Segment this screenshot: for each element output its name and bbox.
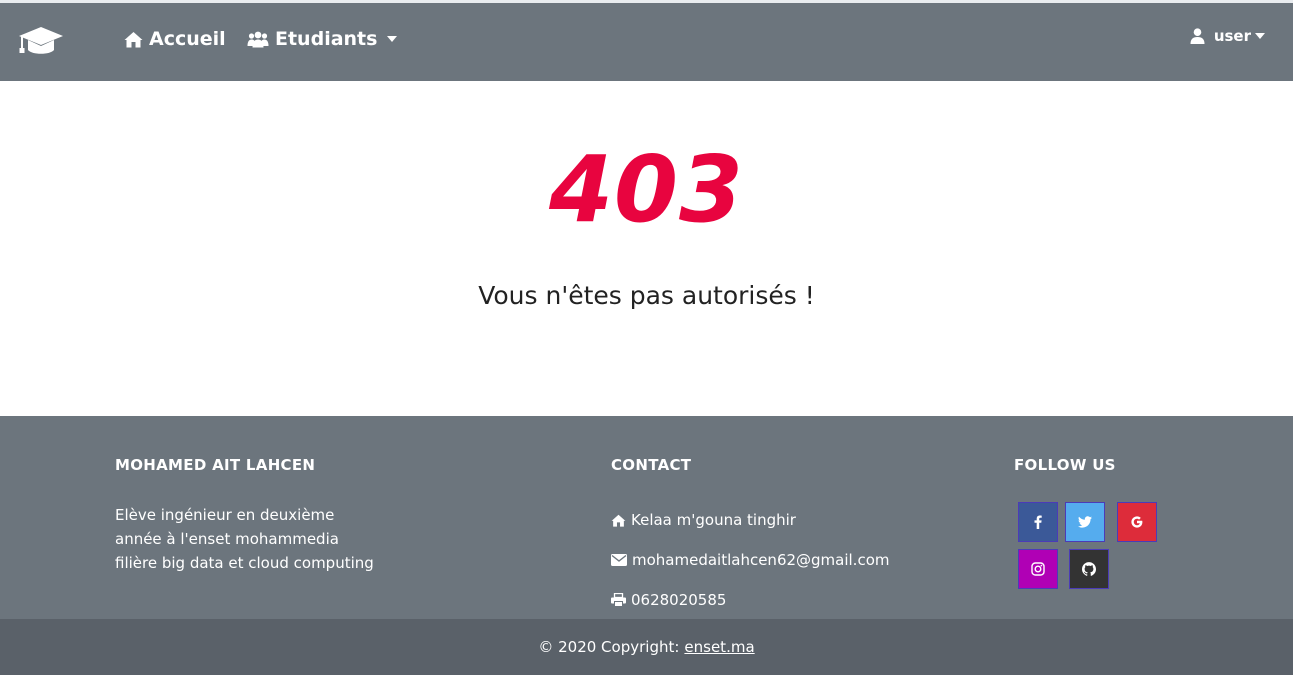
user-menu-label: user	[1213, 27, 1251, 45]
envelope-icon	[611, 554, 627, 566]
contact-address: Kelaa m'gouna tinghir	[611, 510, 931, 530]
about-line: filière big data et cloud computing	[115, 554, 374, 572]
github-icon	[1082, 562, 1096, 576]
footer-follow: FOLLOW US	[1014, 456, 1214, 589]
nav-home-label: Accueil	[149, 28, 226, 50]
home-icon	[611, 514, 626, 527]
nav-home-link[interactable]: Accueil	[124, 28, 226, 50]
follow-title: FOLLOW US	[1014, 456, 1116, 474]
error-code: 403	[548, 136, 745, 243]
user-icon	[1190, 28, 1205, 44]
contact-email: mohamedaitlahcen62@gmail.com	[611, 550, 931, 570]
github-button[interactable]	[1069, 549, 1109, 589]
graduation-cap-icon	[19, 27, 63, 54]
chevron-down-icon	[387, 36, 398, 42]
navbar: Accueil Etudiants user	[0, 3, 1293, 81]
copyright-bar: © 2020 Copyright: enset.ma	[0, 619, 1293, 675]
google-icon	[1131, 516, 1143, 528]
contact-address-text: Kelaa m'gouna tinghir	[631, 511, 796, 529]
twitter-button[interactable]	[1065, 502, 1105, 542]
nav-students-dropdown[interactable]: Etudiants	[247, 28, 398, 50]
brand-logo[interactable]	[18, 25, 64, 59]
contact-title: CONTACT	[611, 456, 692, 474]
users-icon	[247, 31, 269, 47]
about-title: MOHAMED AIT LAHCEN	[115, 456, 316, 474]
facebook-button[interactable]	[1018, 502, 1058, 542]
error-message: Vous n'êtes pas autorisés !	[478, 281, 815, 310]
copyright-link[interactable]: enset.ma	[684, 638, 754, 656]
about-line: année à l'enset mohammedia	[115, 530, 339, 548]
contact-phone: 0628020585	[611, 590, 931, 610]
chevron-down-icon	[1255, 33, 1265, 39]
facebook-icon	[1034, 515, 1042, 529]
about-text: Elève ingénieur en deuxième année à l'en…	[115, 503, 445, 575]
instagram-button[interactable]	[1018, 549, 1058, 589]
instagram-icon	[1031, 562, 1045, 576]
copyright-text: © 2020 Copyright:	[538, 638, 680, 656]
footer-about: MOHAMED AIT LAHCEN Elève ingénieur en de…	[115, 456, 445, 575]
user-menu-dropdown[interactable]: user	[1190, 27, 1265, 45]
google-button[interactable]	[1117, 502, 1157, 542]
about-line: Elève ingénieur en deuxième	[115, 506, 335, 524]
twitter-icon	[1078, 516, 1092, 528]
contact-phone-text: 0628020585	[631, 591, 727, 609]
print-icon	[611, 593, 626, 607]
nav-students-label: Etudiants	[275, 28, 378, 50]
footer: MOHAMED AIT LAHCEN Elève ingénieur en de…	[0, 416, 1293, 619]
error-content: 403 Vous n'êtes pas autorisés !	[0, 81, 1293, 416]
home-icon	[124, 31, 143, 47]
contact-email-text: mohamedaitlahcen62@gmail.com	[632, 551, 890, 569]
footer-contact: CONTACT Kelaa m'gouna tinghir mohamedait…	[611, 456, 931, 610]
